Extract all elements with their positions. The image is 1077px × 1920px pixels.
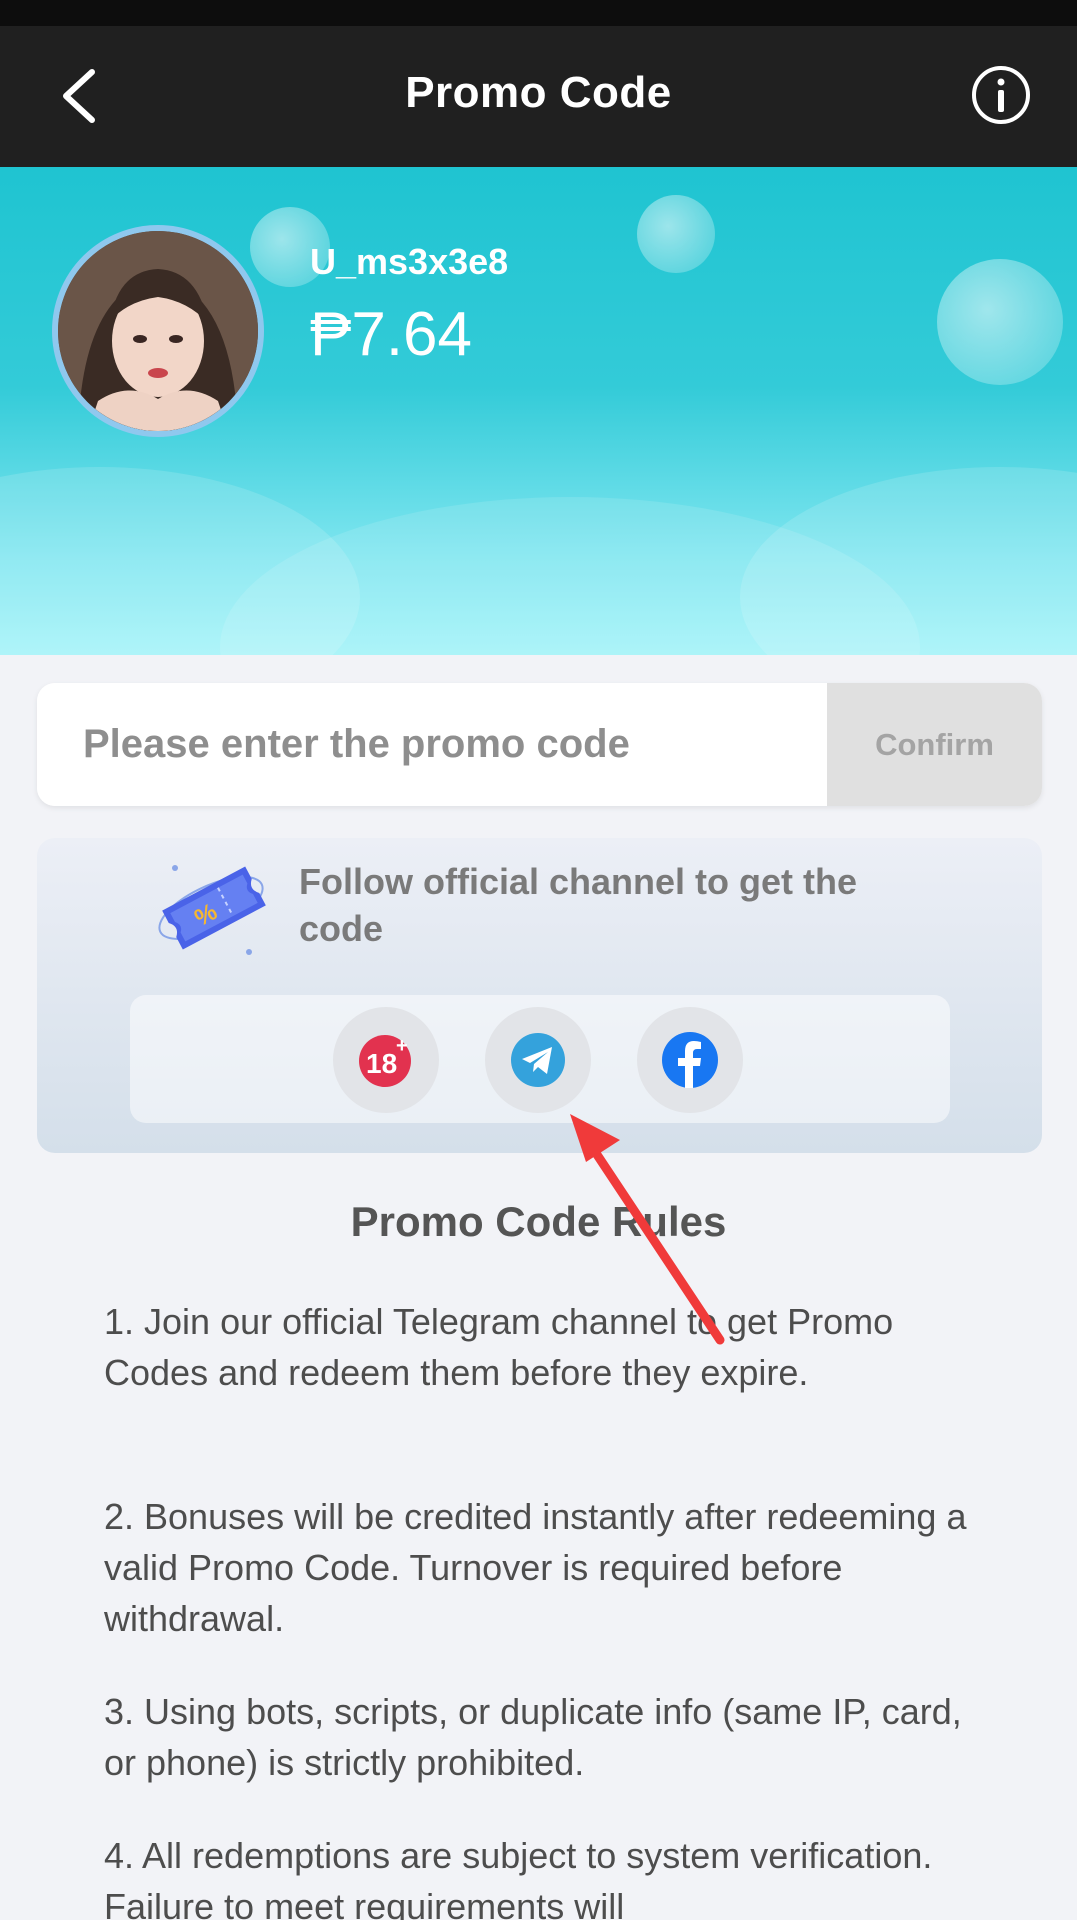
status-bar: [0, 0, 1077, 26]
rule-item: 2. Bonuses will be credited instantly af…: [104, 1496, 967, 1639]
avatar[interactable]: [52, 225, 264, 437]
top-bar: Promo Code: [0, 26, 1077, 167]
facebook-button[interactable]: [637, 1007, 743, 1113]
decor-bubble: [937, 259, 1063, 385]
info-button[interactable]: [970, 64, 1032, 126]
profile-banner: U_ms3x3e8 ₱7.64: [0, 167, 1077, 655]
ticket-icon: %: [149, 848, 279, 968]
info-circle-icon: [972, 66, 1030, 124]
telegram-button[interactable]: [485, 1007, 591, 1113]
eighteen-plus-icon: 18 +: [359, 1035, 411, 1087]
username: U_ms3x3e8: [310, 241, 509, 282]
promo-code-input[interactable]: [37, 683, 827, 806]
rule-item: 1. Join our official Telegram channel to…: [104, 1301, 894, 1393]
rules-title: Promo Code Rules: [350, 1198, 727, 1245]
decor-bubble: [637, 195, 715, 273]
eighteen-plus-button[interactable]: 18 +: [333, 1007, 439, 1113]
svg-text:18: 18: [366, 1048, 397, 1079]
facebook-icon: [662, 1032, 718, 1088]
rule-item: 3. Using bots, scripts, or duplicate inf…: [104, 1691, 962, 1783]
page-title: Promo Code: [405, 68, 672, 117]
balance-amount: ₱7.64: [310, 300, 473, 369]
social-channels: 18 +: [130, 995, 950, 1123]
rule-item: 4. All redemptions are subject to system…: [104, 1835, 933, 1920]
svg-text:+: +: [396, 1035, 408, 1057]
follow-channel-text: Follow official channel to get the code: [299, 861, 858, 949]
promo-code-form: Confirm: [37, 683, 1042, 806]
follow-channel-card: % Follow official channel to get the cod…: [37, 838, 1042, 1153]
confirm-button[interactable]: Confirm: [827, 683, 1042, 806]
telegram-icon: [511, 1033, 565, 1087]
